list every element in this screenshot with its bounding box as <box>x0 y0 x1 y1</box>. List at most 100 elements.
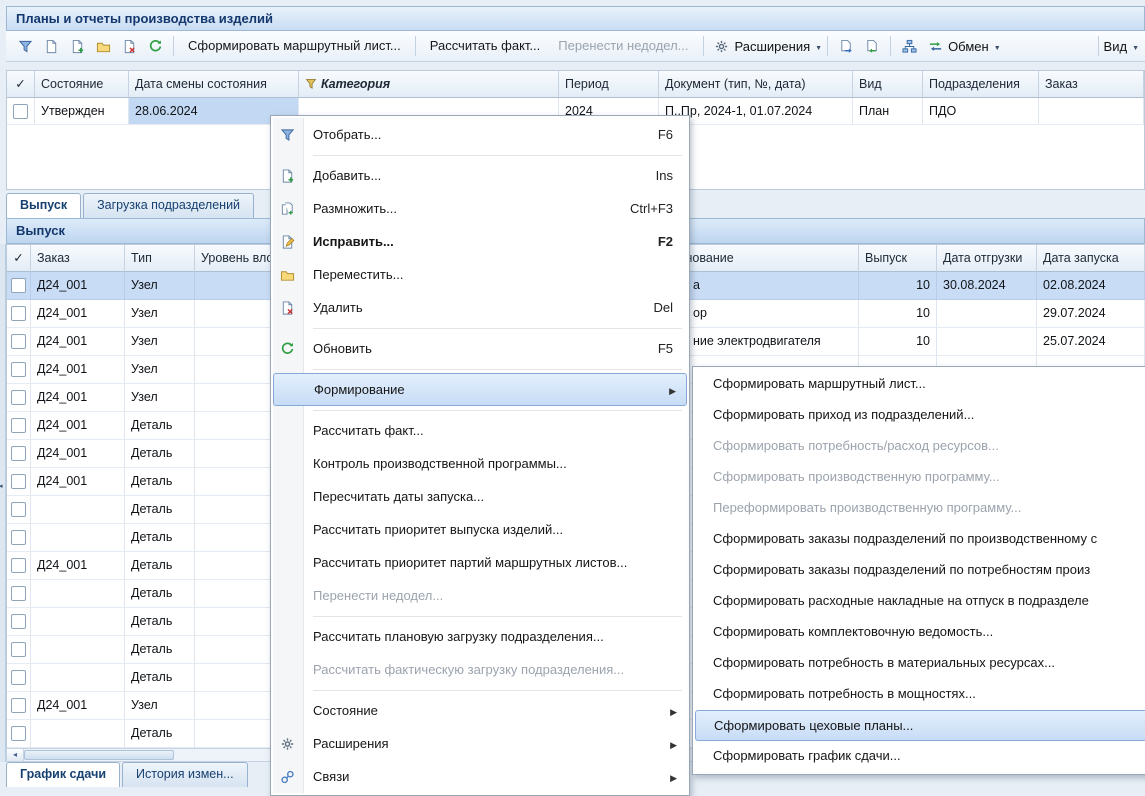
menu-item-prioritet-izdeliy[interactable]: Рассчитать приоритет выпуска изделий... <box>273 513 687 546</box>
cell-launch-date[interactable]: 25.07.2024 <box>1037 328 1145 356</box>
column-ship-date[interactable]: Дата отгрузки <box>937 245 1037 272</box>
refresh-button[interactable] <box>142 34 168 58</box>
cell-order[interactable] <box>31 720 125 748</box>
cell-order[interactable] <box>1039 98 1144 125</box>
cell-order[interactable] <box>31 608 125 636</box>
cell-type[interactable]: Узел <box>125 692 195 720</box>
cell-type[interactable]: Деталь <box>125 720 195 748</box>
row-check-cell[interactable] <box>7 692 31 720</box>
cell-order[interactable] <box>31 496 125 524</box>
row-check-cell[interactable] <box>7 636 31 664</box>
row-check-cell[interactable] <box>7 524 31 552</box>
column-period[interactable]: Период <box>559 71 659 98</box>
cell-ship-date[interactable]: 30.08.2024 <box>937 272 1037 300</box>
row-checkbox[interactable] <box>11 558 26 573</box>
row-checkbox[interactable] <box>11 726 26 741</box>
cell-order[interactable] <box>31 636 125 664</box>
cell-type[interactable]: Деталь <box>125 440 195 468</box>
scrollbar-thumb[interactable] <box>24 750 174 760</box>
cell-type[interactable]: Деталь <box>125 524 195 552</box>
menu-item-formirovanie[interactable]: Формирование <box>273 373 687 406</box>
row-check-cell[interactable] <box>7 468 31 496</box>
filter-button[interactable] <box>12 34 38 58</box>
menu-item-razmnozhit[interactable]: Размножить... Ctrl+F3 <box>273 192 687 225</box>
row-checkbox[interactable] <box>11 278 26 293</box>
cell-type[interactable]: Узел <box>125 328 195 356</box>
cell-output[interactable]: 10 <box>859 272 937 300</box>
column-state-date[interactable]: Дата смены состояния <box>129 71 299 98</box>
menu-item-peremestit[interactable]: Переместить... <box>273 258 687 291</box>
cell-type[interactable]: Деталь <box>125 468 195 496</box>
row-checkbox[interactable] <box>11 390 26 405</box>
cell-launch-date[interactable]: 02.08.2024 <box>1037 272 1145 300</box>
row-check-cell[interactable] <box>7 580 31 608</box>
submenu-item-tsehovye-plany[interactable]: Сформировать цеховые планы... <box>695 710 1145 741</box>
menu-item-udalit[interactable]: Удалить Del <box>273 291 687 324</box>
menu-item-sostoyanie[interactable]: Состояние <box>273 694 687 727</box>
cell-order[interactable]: Д24_001 <box>31 412 125 440</box>
column-category[interactable]: Категория <box>299 71 559 98</box>
add-button[interactable] <box>38 34 64 58</box>
cell-order[interactable]: Д24_001 <box>31 328 125 356</box>
menu-item-rasschitat-fakt[interactable]: Рассчитать факт... <box>273 414 687 447</box>
collapse-arrow-icon[interactable] <box>0 482 3 490</box>
cell-ship-date[interactable] <box>937 328 1037 356</box>
cell-order[interactable]: Д24_001 <box>31 692 125 720</box>
cell-state[interactable]: Утвержден <box>35 98 129 125</box>
menu-item-dobavit[interactable]: Добавить... Ins <box>273 159 687 192</box>
cell-output[interactable]: 10 <box>859 328 937 356</box>
row-check-cell[interactable] <box>7 552 31 580</box>
tab-istoria-izmeneniy[interactable]: История измен... <box>122 762 248 787</box>
row-checkbox[interactable] <box>11 670 26 685</box>
cell-launch-date[interactable]: 29.07.2024 <box>1037 300 1145 328</box>
cell-type[interactable]: Деталь <box>125 636 195 664</box>
cell-order[interactable]: Д24_001 <box>31 300 125 328</box>
menu-item-kontrol-programmy[interactable]: Контроль производственной программы... <box>273 447 687 480</box>
row-checkbox[interactable] <box>11 306 26 321</box>
menu-item-planovaya-zagruzka[interactable]: Рассчитать плановую загрузку подразделен… <box>273 620 687 653</box>
row-checkbox[interactable] <box>11 362 26 377</box>
column-order[interactable]: Заказ <box>1039 71 1144 98</box>
tab-zagruzka-podrazdeleniy[interactable]: Загрузка подразделений <box>83 193 254 218</box>
row-check-cell[interactable] <box>7 328 31 356</box>
cell-order[interactable]: Д24_001 <box>31 468 125 496</box>
column-type[interactable]: Тип <box>125 245 195 272</box>
cell-order[interactable] <box>31 580 125 608</box>
cell-type[interactable]: Узел <box>125 272 195 300</box>
menu-item-prioritet-partiy[interactable]: Рассчитать приоритет партий маршрутных л… <box>273 546 687 579</box>
cell-order[interactable]: Д24_001 <box>31 356 125 384</box>
duplicate-button[interactable] <box>64 34 90 58</box>
cell-type[interactable]: Деталь <box>125 496 195 524</box>
left-splitter[interactable] <box>0 244 6 762</box>
menu-item-obnovit[interactable]: Обновить F5 <box>273 332 687 365</box>
menu-item-rasshireniya[interactable]: Расширения <box>273 727 687 760</box>
row-check-cell[interactable] <box>7 720 31 748</box>
row-check-cell[interactable] <box>7 412 31 440</box>
cell-kind[interactable]: План <box>853 98 923 125</box>
column-document[interactable]: Документ (тип, №, дата) <box>659 71 853 98</box>
cell-type[interactable]: Деталь <box>125 580 195 608</box>
column-order[interactable]: Заказ <box>31 245 125 272</box>
row-check-cell[interactable] <box>7 664 31 692</box>
column-divisions[interactable]: Подразделения <box>923 71 1039 98</box>
column-kind[interactable]: Вид <box>853 71 923 98</box>
column-output[interactable]: Выпуск <box>859 245 937 272</box>
delete-button[interactable] <box>116 34 142 58</box>
export-document-button[interactable] <box>833 34 859 58</box>
cell-order[interactable] <box>31 524 125 552</box>
cell-order[interactable]: Д24_001 <box>31 272 125 300</box>
submenu-item-zakazy-po-potrebnostyam[interactable]: Сформировать заказы подразделений по пот… <box>695 555 1145 586</box>
submenu-item-rashodnye-nakladnye[interactable]: Сформировать расходные накладные на отпу… <box>695 586 1145 617</box>
tab-grafik-sdachi[interactable]: График сдачи <box>6 762 120 787</box>
row-checkbox[interactable] <box>11 502 26 517</box>
scroll-left-icon[interactable] <box>7 749 24 761</box>
tab-vypusk[interactable]: Выпуск <box>6 193 81 218</box>
column-launch-date[interactable]: Дата запуска <box>1037 245 1145 272</box>
row-check-cell[interactable] <box>7 272 31 300</box>
import-document-button[interactable] <box>859 34 885 58</box>
cell-type[interactable]: Деталь <box>125 412 195 440</box>
menu-item-otobrat[interactable]: Отобрать... F6 <box>273 118 687 151</box>
menu-item-ispravit[interactable]: Исправить... F2 <box>273 225 687 258</box>
submenu-item-komplektovochnaya[interactable]: Сформировать комплектовочную ведомость..… <box>695 617 1145 648</box>
row-checkbox[interactable] <box>11 614 26 629</box>
